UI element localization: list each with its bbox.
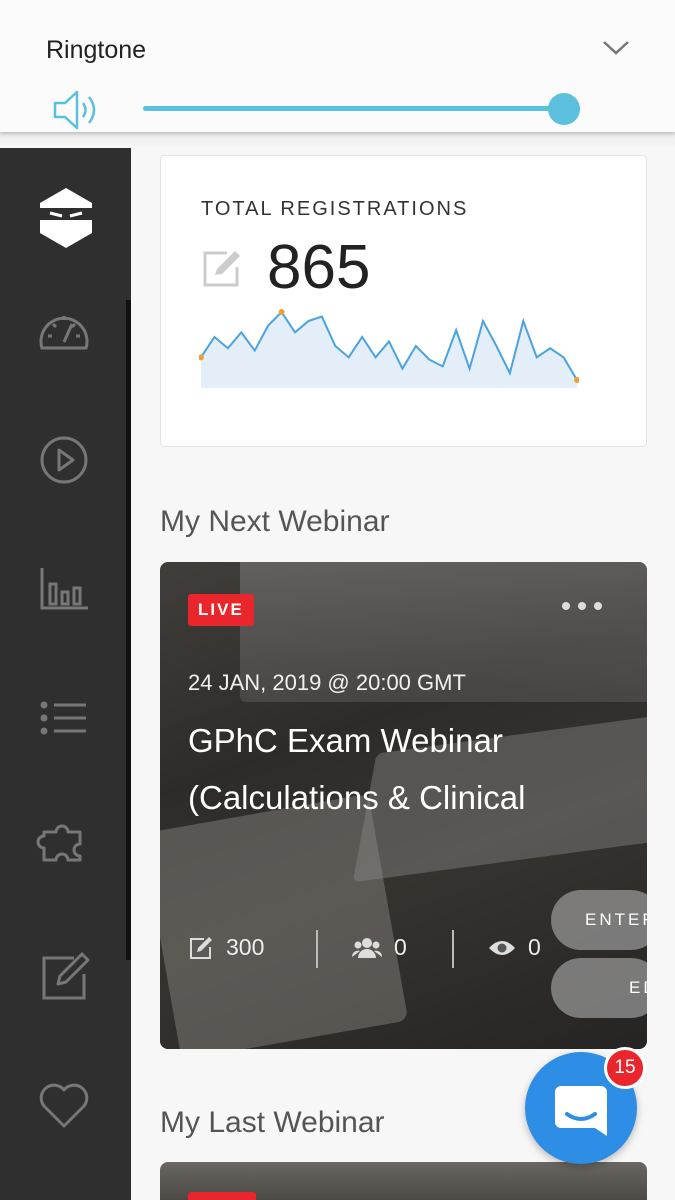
views-count: 0 [528, 934, 541, 960]
play-circle-icon[interactable] [34, 430, 94, 490]
sparkline-area [201, 312, 577, 388]
volume-panel: Ringtone [0, 0, 675, 132]
sidebar-scrollbar[interactable] [126, 300, 131, 960]
attendees-metric: 0 [352, 934, 407, 961]
total-registrations-card: TOTAL REGISTRATIONS 865 [160, 155, 647, 447]
chevron-down-icon[interactable] [600, 36, 632, 60]
attendees-count: 0 [394, 934, 407, 960]
users-icon [352, 937, 382, 958]
webinar-title-line-2: (Calculations & Clinical [188, 779, 526, 816]
last-webinar-card[interactable] [160, 1162, 647, 1200]
sparkline-point [278, 309, 285, 315]
enter-button[interactable]: ENTER [551, 890, 647, 950]
volume-slider-thumb[interactable] [548, 93, 580, 125]
divider [316, 930, 318, 968]
webinar-date: 24 JAN, 2019 @ 20:00 GMT [188, 670, 466, 695]
speaker-icon[interactable] [52, 88, 100, 132]
puzzle-piece-icon[interactable] [34, 816, 94, 876]
volume-slider-track[interactable] [143, 106, 565, 111]
registrations-sparkline [199, 309, 579, 388]
ninja-logo-icon[interactable] [36, 186, 96, 250]
ringtone-label: Ringtone [46, 36, 147, 64]
views-metric: 0 [488, 934, 541, 961]
more-options-icon[interactable] [560, 598, 604, 614]
registrations-count: 300 [226, 934, 265, 960]
edit-button[interactable]: EDIT [551, 958, 647, 1018]
divider [452, 930, 454, 968]
last-webinar-heading: My Last Webinar [160, 1106, 385, 1139]
dashboard-gauge-icon[interactable] [34, 302, 94, 362]
edit-icon [203, 251, 240, 287]
bar-chart-icon[interactable] [34, 558, 94, 618]
webinar-title[interactable]: GPhC Exam Webinar (Calculations & Clinic… [188, 712, 638, 826]
unread-count-badge: 15 [604, 1047, 646, 1089]
registrations-metric: 300 [188, 934, 264, 961]
stats-title: TOTAL REGISTRATIONS [201, 198, 469, 220]
panel-shadow [0, 132, 675, 148]
stats-value: 865 [267, 233, 371, 302]
live-badge: LIVE [188, 594, 254, 626]
live-badge [188, 1192, 256, 1200]
edit-icon[interactable] [34, 946, 94, 1006]
webinar-title-line-1: GPhC Exam Webinar [188, 722, 503, 759]
next-webinar-heading: My Next Webinar [160, 505, 390, 538]
eye-icon [489, 940, 515, 955]
edit-icon [190, 936, 212, 959]
next-webinar-card[interactable]: LIVE 24 JAN, 2019 @ 20:00 GMT GPhC Exam … [160, 562, 647, 1049]
heart-icon[interactable] [34, 1074, 94, 1134]
list-icon[interactable] [34, 688, 94, 748]
